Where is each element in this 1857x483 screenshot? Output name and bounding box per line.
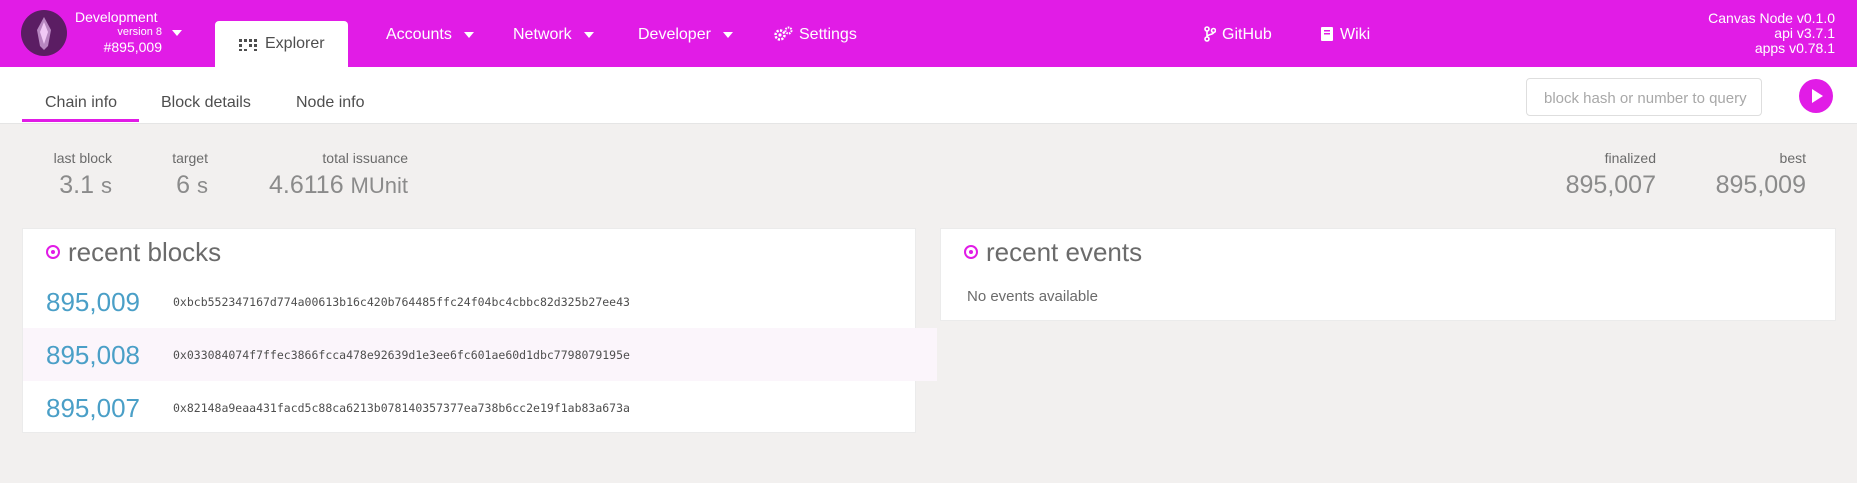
stat-last-block-value: 3.1 s: [59, 171, 112, 199]
nav-wiki-link[interactable]: Wiki: [1320, 25, 1370, 48]
stat-total-issuance-label: total issuance: [322, 150, 408, 166]
block-number-link[interactable]: 895,007: [46, 393, 140, 424]
nav-network-label: Network: [513, 26, 572, 43]
play-query-button[interactable]: [1799, 79, 1833, 113]
block-hash: 0x82148a9eaa431facd5c88ca6213b0781403573…: [173, 401, 630, 415]
nav-settings-link[interactable]: Settings: [773, 25, 857, 48]
recent-events-card: recent events No events available: [940, 228, 1836, 321]
nav-developer-menu[interactable]: Developer: [638, 25, 733, 45]
book-icon: [1320, 26, 1334, 48]
stat-last-block: last block 3.1 s: [48, 150, 112, 203]
chevron-down-icon: [583, 31, 594, 38]
chain-dropdown-caret-icon[interactable]: [172, 30, 182, 36]
stat-finalized-value: 895,007: [1565, 171, 1656, 199]
top-navigation-bar: Development version 8 #895,009 Explorer …: [0, 0, 1857, 67]
stat-total-issuance: total issuance 4.6116 MUnit: [244, 150, 408, 203]
block-row: 895,008 0x033084074f7ffec3866fcca478e926…: [23, 328, 937, 381]
apps-version: apps v0.78.1: [1754, 40, 1835, 56]
chain-logo-icon[interactable]: [21, 10, 67, 56]
chain-version: version 8: [117, 26, 162, 38]
stat-best-label: best: [1779, 150, 1806, 166]
chain-name: Development: [75, 9, 158, 25]
block-number-link[interactable]: 895,009: [46, 287, 140, 318]
nav-github-label: GitHub: [1222, 26, 1272, 43]
tab-block-details[interactable]: Block details: [161, 94, 251, 112]
block-row: 895,007 0x82148a9eaa431facd5c88ca6213b07…: [23, 381, 937, 434]
block-query-box: [1526, 78, 1762, 117]
bullet-icon: [964, 245, 978, 259]
nav-settings-label: Settings: [799, 26, 857, 43]
recent-blocks-title: recent blocks: [46, 237, 221, 268]
node-version: Canvas Node v0.1.0: [1708, 10, 1835, 26]
block-row: 895,009 0xbcb552347167d774a00613b16c420b…: [23, 275, 937, 328]
no-events-message: No events available: [967, 288, 1098, 305]
block-number-link[interactable]: 895,008: [46, 340, 140, 371]
block-query-input[interactable]: [1542, 79, 1756, 117]
recent-blocks-card: recent blocks 895,009 0xbcb552347167d774…: [22, 228, 937, 433]
nav-wiki-label: Wiki: [1340, 26, 1371, 43]
nav-developer-label: Developer: [638, 26, 711, 43]
api-version: api v3.7.1: [1774, 25, 1835, 41]
bullet-icon: [46, 245, 60, 259]
nav-network-menu[interactable]: Network: [513, 25, 594, 45]
tab-chain-info[interactable]: Chain info: [45, 94, 117, 112]
nav-explorer-tab[interactable]: Explorer: [215, 21, 348, 67]
recent-events-title: recent events: [964, 237, 1142, 268]
version-info: Canvas Node v0.1.0 api v3.7.1 apps v0.78…: [1708, 11, 1835, 56]
stat-finalized: finalized 895,007: [1540, 150, 1656, 202]
gears-icon: [773, 26, 793, 48]
chevron-down-icon: [722, 31, 733, 38]
block-hash: 0x033084074f7ffec3866fcca478e92639d1e3ee…: [173, 348, 630, 362]
stat-best-value: 895,009: [1715, 171, 1806, 199]
explorer-tabs-bar: Chain info Block details Node info: [0, 67, 1857, 124]
stat-target-value: 6 s: [176, 171, 208, 199]
stat-target-label: target: [172, 150, 208, 166]
nav-accounts-label: Accounts: [386, 26, 452, 43]
nav-explorer-label: Explorer: [265, 35, 325, 52]
nav-accounts-menu[interactable]: Accounts: [386, 25, 474, 45]
block-hash: 0xbcb552347167d774a00613b16c420b764485ff…: [173, 295, 630, 309]
active-tab-indicator: [22, 119, 139, 122]
stat-target: target 6 s: [165, 150, 208, 203]
nav-github-link[interactable]: GitHub: [1204, 25, 1272, 48]
tab-node-info[interactable]: Node info: [296, 94, 365, 112]
stat-total-issuance-value: 4.6116 MUnit: [268, 171, 408, 199]
stat-best: best 895,009: [1690, 150, 1806, 202]
stat-last-block-label: last block: [53, 150, 112, 166]
grid-icon: [239, 38, 257, 56]
chain-selector[interactable]: Development version 8 #895,009: [75, 9, 162, 55]
code-branch-icon: [1204, 26, 1217, 48]
stat-finalized-label: finalized: [1604, 150, 1656, 166]
chevron-down-icon: [463, 31, 474, 38]
chain-best-block: #895,009: [103, 39, 162, 55]
